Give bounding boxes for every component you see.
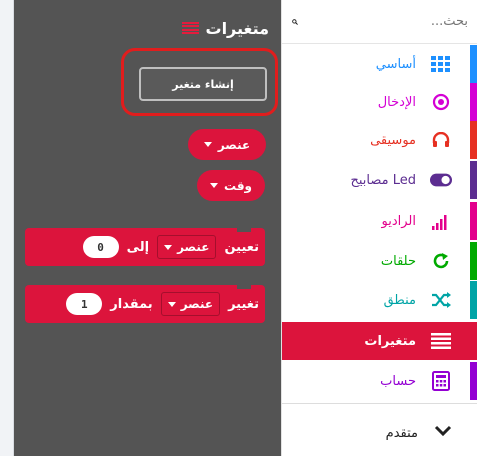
variable-dropdown[interactable]: عنصر xyxy=(160,292,221,316)
shuffle-icon xyxy=(430,289,452,311)
change-variable-block[interactable]: تغيير عنصر بمقدار 1 xyxy=(25,285,265,323)
search-bar xyxy=(282,0,477,44)
category-basic[interactable]: أساسي xyxy=(282,45,477,83)
calculator-icon xyxy=(430,370,452,392)
variable-reporter-item[interactable]: عنصر xyxy=(188,129,266,160)
category-label: حساب xyxy=(380,373,416,389)
category-label: موسيقى xyxy=(370,132,416,148)
set-keyword: تعيين xyxy=(224,239,259,255)
search-input[interactable] xyxy=(298,14,468,29)
category-color-bar xyxy=(470,202,477,240)
advanced-label: متقدم xyxy=(385,425,418,441)
reporter-label: وقت xyxy=(223,178,253,193)
change-value-input[interactable]: 1 xyxy=(66,293,103,315)
refresh-icon xyxy=(430,250,452,272)
category-led[interactable]: مصابيح Led xyxy=(282,161,477,199)
toggle-icon xyxy=(430,169,452,191)
category-color-bar xyxy=(470,242,477,280)
dropdown-arrow-icon xyxy=(167,301,176,307)
dropdown-arrow-icon xyxy=(164,244,173,250)
category-color-bar xyxy=(470,83,477,121)
category-label: الإدخال xyxy=(377,94,416,110)
category-color-bar xyxy=(470,45,477,83)
category-label: متغيرات xyxy=(364,333,416,349)
variable-dropdown[interactable]: عنصر xyxy=(157,235,217,259)
category-color-bar xyxy=(470,362,477,400)
category-loops[interactable]: حلقات xyxy=(282,242,477,280)
headphones-icon xyxy=(430,129,452,151)
to-label: إلى xyxy=(126,239,150,255)
category-label: الراديو xyxy=(381,213,416,229)
variable-name: عنصر xyxy=(180,297,214,311)
block-notch xyxy=(237,285,251,289)
category-color-bar xyxy=(470,281,477,319)
category-color-bar xyxy=(470,161,477,199)
list-icon xyxy=(430,330,452,352)
variable-name: عنصر xyxy=(177,240,210,254)
flyout-header: متغيرات xyxy=(182,16,269,40)
category-label: أساسي xyxy=(375,56,416,72)
category-label: حلقات xyxy=(380,253,416,269)
dropdown-arrow-icon xyxy=(203,142,212,147)
create-variable-button[interactable]: إنشاء متغير xyxy=(139,67,267,101)
dropdown-arrow-icon xyxy=(209,183,218,188)
change-keyword: تغيير xyxy=(228,296,259,312)
category-variables[interactable]: متغيرات xyxy=(282,322,477,360)
category-radio[interactable]: الراديو xyxy=(282,202,477,240)
divider xyxy=(282,403,477,404)
variables-flyout: متغيرات إنشاء متغير عنصر وقت تعيين عنصر … xyxy=(14,0,281,456)
target-icon xyxy=(430,91,452,113)
flyout-title: متغيرات xyxy=(205,18,269,38)
category-logic[interactable]: منطق xyxy=(282,281,477,319)
category-advanced[interactable]: متقدم xyxy=(282,413,477,453)
category-input[interactable]: الإدخال xyxy=(282,83,477,121)
reporter-label: عنصر xyxy=(217,137,251,152)
chevron-down-icon xyxy=(434,425,452,441)
variable-reporter-time[interactable]: وقت xyxy=(197,170,265,201)
set-variable-block[interactable]: تعيين عنصر إلى 0 xyxy=(25,228,265,266)
category-math[interactable]: حساب xyxy=(282,362,477,400)
category-music[interactable]: موسيقى xyxy=(282,121,477,159)
block-notch xyxy=(237,228,251,232)
by-label: بمقدار xyxy=(110,296,153,312)
list-icon xyxy=(182,21,200,35)
workspace-edge xyxy=(0,0,14,456)
set-value-input[interactable]: 0 xyxy=(82,236,119,258)
signal-bars-icon xyxy=(430,210,452,232)
category-color-bar xyxy=(470,121,477,159)
toolbox: أساسي الإدخال موسيقى مصابيح Led ال xyxy=(281,0,477,456)
category-label: مصابيح Led xyxy=(350,172,416,188)
grid-icon xyxy=(430,53,452,75)
category-label: منطق xyxy=(383,292,416,308)
